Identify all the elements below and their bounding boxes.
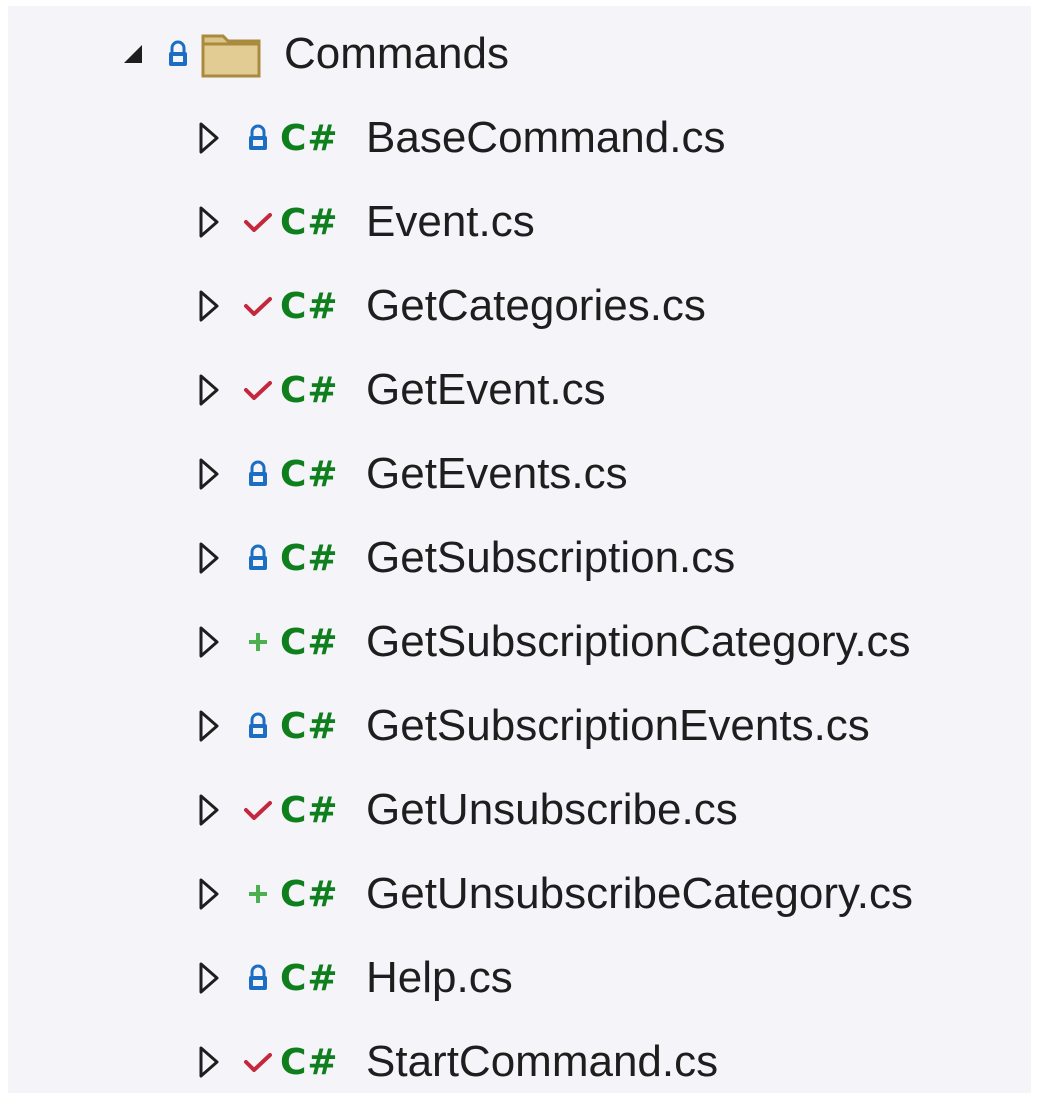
- collapsed-triangle-icon[interactable]: [192, 286, 226, 326]
- folder-icon: [200, 28, 262, 80]
- collapsed-triangle-icon[interactable]: [192, 538, 226, 578]
- collapsed-triangle-icon[interactable]: [192, 454, 226, 494]
- collapsed-triangle-icon[interactable]: [192, 706, 226, 746]
- file-label: GetEvents.cs: [366, 449, 628, 498]
- file-label: GetSubscriptionEvents.cs: [366, 701, 870, 750]
- tree-file-row[interactable]: C# GetSubscriptionEvents.cs: [192, 684, 870, 768]
- tree-file-row[interactable]: C# GetUnsubscribeCategory.cs: [192, 852, 913, 936]
- lock-icon: [240, 454, 276, 494]
- collapsed-triangle-icon[interactable]: [192, 202, 226, 242]
- file-label: StartCommand.cs: [366, 1037, 719, 1086]
- lock-icon: [160, 34, 196, 74]
- file-label: Help.cs: [366, 953, 513, 1002]
- checkmark-icon: [240, 286, 276, 326]
- file-label: GetUnsubscribeCategory.cs: [366, 869, 913, 918]
- csharp-file-icon: C#: [280, 957, 339, 999]
- checkmark-icon: [240, 370, 276, 410]
- csharp-file-icon: C#: [280, 369, 339, 411]
- lock-icon: [240, 958, 276, 998]
- folder-label: Commands: [284, 29, 509, 78]
- tree-file-row[interactable]: C# StartCommand.cs: [192, 1020, 718, 1104]
- collapsed-triangle-icon[interactable]: [192, 1042, 226, 1082]
- csharp-file-icon: C#: [280, 873, 339, 915]
- csharp-file-icon: C#: [280, 1041, 339, 1083]
- tree-file-row[interactable]: C# Help.cs: [192, 936, 513, 1020]
- collapsed-triangle-icon[interactable]: [192, 118, 226, 158]
- plus-icon: [240, 622, 276, 662]
- csharp-file-icon: C#: [280, 705, 339, 747]
- tree-folder-commands[interactable]: Commands: [116, 12, 509, 96]
- tree-file-row[interactable]: C# Event.cs: [192, 180, 535, 264]
- file-label: GetSubscription.cs: [366, 533, 736, 582]
- tree-file-row[interactable]: C# GetSubscriptionCategory.cs: [192, 600, 911, 684]
- file-label: GetCategories.cs: [366, 281, 706, 330]
- checkmark-icon: [240, 790, 276, 830]
- checkmark-icon: [240, 1042, 276, 1082]
- plus-icon: [240, 874, 276, 914]
- expanded-triangle-icon[interactable]: [116, 34, 150, 74]
- tree-file-row[interactable]: C# GetSubscription.cs: [192, 516, 735, 600]
- csharp-file-icon: C#: [280, 789, 339, 831]
- checkmark-icon: [240, 202, 276, 242]
- tree-file-row[interactable]: C# GetCategories.cs: [192, 264, 706, 348]
- lock-icon: [240, 538, 276, 578]
- csharp-file-icon: C#: [280, 453, 339, 495]
- csharp-file-icon: C#: [280, 285, 339, 327]
- solution-explorer-tree: Commands C# BaseCommand.cs C# Event.cs C# Get…: [8, 6, 1031, 1093]
- collapsed-triangle-icon[interactable]: [192, 790, 226, 830]
- collapsed-triangle-icon[interactable]: [192, 958, 226, 998]
- tree-file-row[interactable]: C# BaseCommand.cs: [192, 96, 725, 180]
- csharp-file-icon: C#: [280, 621, 339, 663]
- file-label: Event.cs: [366, 197, 535, 246]
- tree-file-row[interactable]: C# GetEvents.cs: [192, 432, 628, 516]
- collapsed-triangle-icon[interactable]: [192, 874, 226, 914]
- lock-icon: [240, 118, 276, 158]
- tree-file-row[interactable]: C# GetEvent.cs: [192, 348, 606, 432]
- tree-file-row[interactable]: C# GetUnsubscribe.cs: [192, 768, 738, 852]
- csharp-file-icon: C#: [280, 201, 339, 243]
- csharp-file-icon: C#: [280, 117, 339, 159]
- collapsed-triangle-icon[interactable]: [192, 370, 226, 410]
- lock-icon: [240, 706, 276, 746]
- file-label: GetUnsubscribe.cs: [366, 785, 738, 834]
- collapsed-triangle-icon[interactable]: [192, 622, 226, 662]
- csharp-file-icon: C#: [280, 537, 339, 579]
- file-label: GetEvent.cs: [366, 365, 606, 414]
- file-label: BaseCommand.cs: [366, 113, 726, 162]
- file-label: GetSubscriptionCategory.cs: [366, 617, 911, 666]
